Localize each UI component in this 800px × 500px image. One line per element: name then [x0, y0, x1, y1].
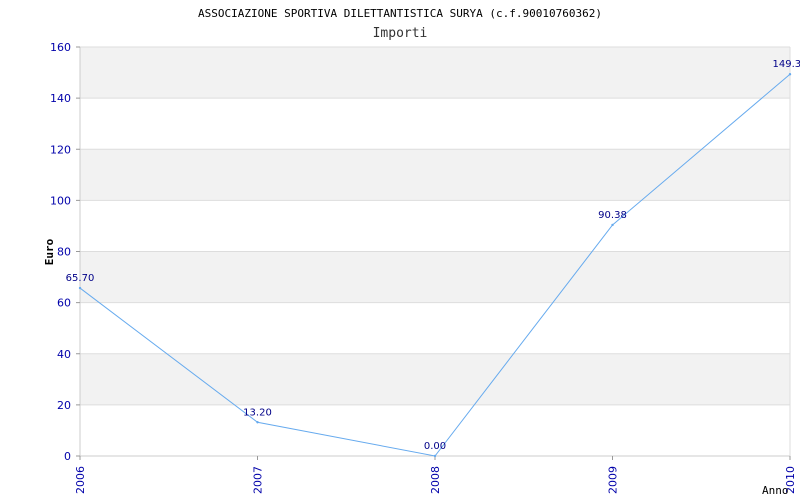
y-tick-label: 40: [57, 348, 71, 361]
chart-subtitle: Importi: [373, 26, 428, 41]
y-tick-label: 140: [50, 92, 71, 105]
y-tick-label: 0: [64, 450, 71, 463]
plot-background-bands: [80, 47, 790, 405]
line-chart: 020406080100120140160 2006 2007 2008 2009 20…: [43, 7, 800, 497]
x-tick-label: 2006: [74, 466, 87, 494]
data-point: [788, 73, 792, 76]
data-point: [611, 223, 614, 227]
data-label: 90.38: [598, 210, 627, 221]
data-label: 0.00: [424, 441, 446, 452]
data-point: [256, 421, 259, 424]
data-point: [433, 454, 437, 458]
data-point: [78, 286, 82, 290]
y-axis-label: Euro: [43, 238, 56, 265]
y-tick-label: 60: [57, 297, 71, 310]
data-label: 65.70: [66, 273, 95, 284]
y-tick-label: 80: [57, 246, 71, 259]
y-tick-label: 160: [50, 41, 71, 54]
data-label: 149.34: [773, 59, 800, 70]
background-band: [80, 251, 790, 303]
data-label: 13.20: [243, 407, 272, 418]
y-tick-label: 120: [50, 143, 71, 156]
x-tick-label: 2007: [252, 466, 265, 494]
x-tick-label: 2008: [429, 466, 442, 494]
background-band: [80, 353, 790, 405]
x-axis-label: Anno: [762, 484, 789, 497]
y-tick-label: 100: [50, 194, 71, 207]
background-band: [80, 47, 790, 99]
background-band: [80, 149, 790, 201]
x-tick-label: 2009: [607, 466, 620, 494]
x-axis-ticks: 2006 2007 2008 2009 2010: [74, 456, 797, 494]
chart-title: ASSOCIAZIONE SPORTIVA DILETTANTISTICA SU…: [198, 7, 602, 20]
y-tick-label: 20: [57, 399, 71, 412]
